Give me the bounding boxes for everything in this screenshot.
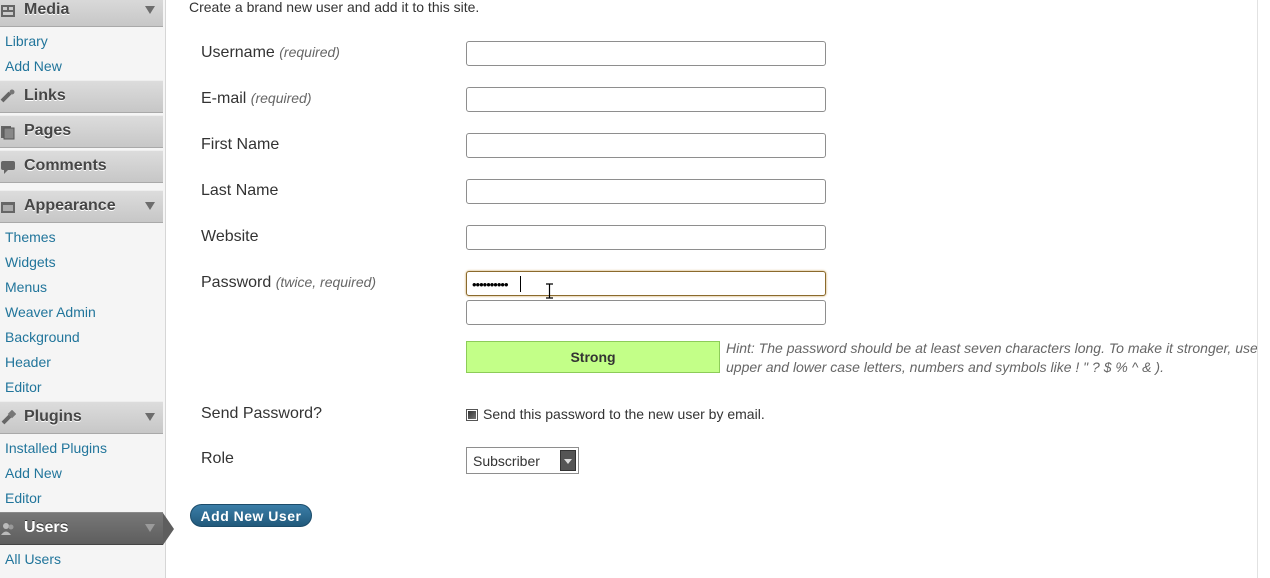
required-note: (required) <box>279 44 340 60</box>
role-select[interactable]: Subscriber <box>466 447 579 474</box>
add-new-user-button[interactable]: Add New User <box>190 504 312 527</box>
submenu-background[interactable]: Background <box>5 328 80 346</box>
submenu-weaver-admin[interactable]: Weaver Admin <box>5 303 96 321</box>
website-label: Website <box>201 228 259 245</box>
last-name-input[interactable] <box>466 179 826 204</box>
role-label: Role <box>201 450 234 467</box>
menu-media-label: Media <box>24 1 70 18</box>
role-selected-value: Subscriber <box>473 453 540 469</box>
submenu-media-add-new[interactable]: Add New <box>5 57 62 75</box>
menu-comments[interactable]: Comments <box>0 150 163 183</box>
media-icon <box>1 5 15 17</box>
menu-comments-label: Comments <box>24 157 107 174</box>
menu-pages-label: Pages <box>24 122 72 139</box>
submenu-themes[interactable]: Themes <box>5 228 56 246</box>
menu-appearance[interactable]: Appearance <box>0 190 163 223</box>
required-note: (required) <box>250 90 312 106</box>
menu-appearance-label: Appearance <box>24 197 116 214</box>
chevron-down-icon[interactable] <box>145 6 155 14</box>
email-input[interactable] <box>466 87 826 112</box>
menu-links-label: Links <box>24 87 66 104</box>
username-label: Username (required) <box>201 44 340 61</box>
send-password-text[interactable]: Send this password to the new user by em… <box>483 406 765 422</box>
submenu-plugins-add-new[interactable]: Add New <box>5 464 62 482</box>
menu-users-label: Users <box>24 519 69 536</box>
ibeam-cursor-icon <box>546 283 553 299</box>
submenu-header[interactable]: Header <box>5 353 51 371</box>
website-input[interactable] <box>466 225 826 250</box>
comments-icon <box>1 161 15 174</box>
password-label: Password (twice, required) <box>201 274 377 291</box>
plugins-icon <box>1 410 16 425</box>
username-input[interactable] <box>466 41 826 66</box>
menu-links[interactable]: Links <box>0 80 163 113</box>
submenu-all-users[interactable]: All Users <box>5 550 61 568</box>
submenu-widgets[interactable]: Widgets <box>5 253 56 271</box>
appearance-icon <box>1 202 15 213</box>
pages-icon <box>1 126 15 140</box>
content-edge <box>1257 0 1258 578</box>
first-name-input[interactable] <box>466 133 826 158</box>
password-hint: Hint: The password should be at least se… <box>726 340 1258 375</box>
menu-media[interactable]: Media <box>0 0 163 27</box>
password-strength-indicator: Strong <box>466 341 720 373</box>
chevron-down-icon[interactable] <box>145 524 155 532</box>
last-name-label: Last Name <box>201 182 279 199</box>
submenu-library[interactable]: Library <box>5 32 48 50</box>
submenu-menus[interactable]: Menus <box>5 278 47 296</box>
menu-users[interactable]: Users <box>0 512 174 545</box>
chevron-down-icon[interactable] <box>145 413 155 421</box>
required-note: (twice, required) <box>275 274 377 290</box>
password-confirm-input[interactable] <box>466 300 826 325</box>
submenu-plugins-editor[interactable]: Editor <box>5 489 42 507</box>
submenu-installed-plugins[interactable]: Installed Plugins <box>5 439 107 457</box>
links-icon <box>0 89 15 103</box>
email-label: E-mail (required) <box>201 90 312 107</box>
admin-sidebar: Media Library Add New Links Pages Commen… <box>0 0 174 578</box>
submenu-appearance-editor[interactable]: Editor <box>5 378 42 396</box>
send-password-label: Send Password? <box>201 405 322 422</box>
chevron-down-icon[interactable] <box>145 202 155 210</box>
send-password-checkbox[interactable] <box>466 409 478 421</box>
users-icon <box>1 523 14 535</box>
password-masked-value: •••••••••• <box>472 277 509 292</box>
menu-plugins[interactable]: Plugins <box>0 401 163 434</box>
first-name-label: First Name <box>201 136 280 153</box>
text-caret <box>520 276 521 292</box>
active-pointer <box>163 513 174 545</box>
menu-plugins-label: Plugins <box>24 408 82 425</box>
dropdown-arrow-icon[interactable] <box>560 450 576 471</box>
menu-pages[interactable]: Pages <box>0 115 163 148</box>
form-intro: Create a brand new user and add it to th… <box>189 0 480 15</box>
